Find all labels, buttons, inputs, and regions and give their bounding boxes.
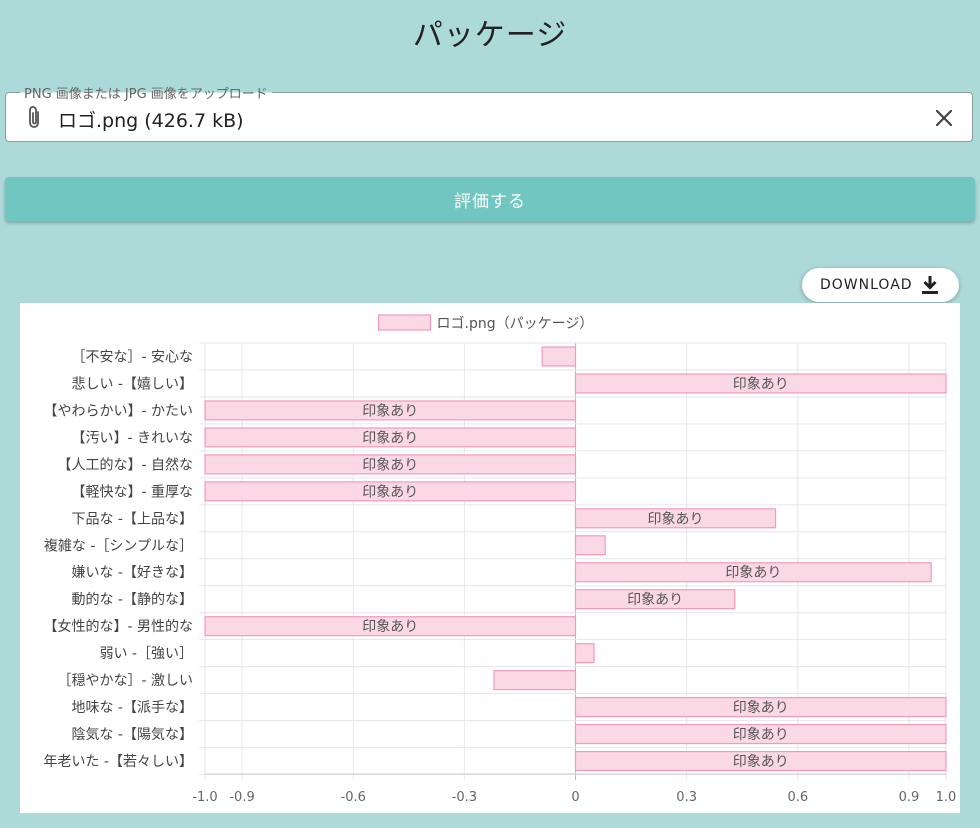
category-label: 下品な -【上品な】: [71, 511, 193, 527]
bar-data-label: 印象あり: [362, 619, 418, 635]
category-label: 地味な -【派手な】: [71, 700, 193, 716]
bar-data-label: 印象あり: [627, 592, 683, 608]
upload-field-label: PNG 画像または JPG 画像をアップロード: [20, 83, 272, 102]
bar-data-label: 印象あり: [362, 457, 418, 473]
category-label: 嫌いな -【好きな】: [71, 565, 193, 581]
category-label: ［穏やかな］- 激しい: [57, 672, 193, 689]
bar-data-label: 印象あり: [733, 727, 789, 743]
x-tick-label: 0.9: [899, 790, 920, 805]
bar-data-label: 印象あり: [362, 430, 418, 446]
category-label: 【やわらかい】- かたい: [43, 403, 193, 419]
x-tick-label: 1.0: [936, 790, 957, 805]
category-label: 悲しい -【嬉しい】: [71, 375, 193, 392]
category-label: 弱い -［強い］: [99, 646, 193, 662]
bar-data-label: 印象あり: [733, 376, 789, 392]
bar[interactable]: [574, 643, 595, 664]
legend-label: ロゴ.png（パッケージ）: [437, 315, 594, 332]
bar-data-label: 印象あり: [725, 565, 781, 581]
category-label: 年老いた -【若々しい】: [43, 754, 193, 770]
file-upload-field[interactable]: PNG 画像または JPG 画像をアップロード ロゴ.png (426.7 kB…: [5, 83, 973, 142]
bar-data-label: 印象あり: [733, 700, 789, 716]
bar[interactable]: [541, 346, 577, 367]
category-label: 複雑な -［シンプルな］: [44, 537, 193, 554]
bar-data-label: 印象あり: [362, 403, 418, 419]
paperclip-icon: [29, 106, 39, 128]
download-icon: [922, 276, 938, 294]
bar-data-label: 印象あり: [733, 754, 789, 770]
download-button-label: DOWNLOAD: [820, 277, 913, 293]
bar[interactable]: [493, 670, 577, 691]
close-icon[interactable]: [934, 108, 954, 128]
x-tick-label: -0.9: [229, 790, 254, 805]
download-button[interactable]: DOWNLOAD: [802, 268, 959, 302]
evaluate-button[interactable]: 評価する: [5, 177, 975, 221]
category-label: 【軽快な】- 重厚な: [71, 484, 193, 500]
category-label: ［不安な］- 安心な: [71, 349, 193, 365]
legend-swatch: [377, 314, 432, 331]
x-tick-label: 0: [571, 790, 579, 805]
category-label: 動的な -【静的な】: [71, 592, 193, 608]
x-tick-label: -0.3: [452, 790, 477, 805]
impression-bar-chart: -1.0 -0.9 -0.6 -0.3 0 0.3 0.6 0.9 1.0 ［不安な］- 安心な悲…: [43, 314, 957, 805]
selected-file-name: ロゴ.png (426.7 kB): [58, 110, 244, 132]
category-label: 【汚い】- きれいな: [71, 430, 193, 446]
bar-data-label: 印象あり: [648, 511, 704, 527]
category-label: 陰気な -【陽気な】: [71, 727, 193, 743]
category-label: 【人工的な】- 自然な: [57, 456, 193, 473]
x-tick-label: 0.6: [787, 790, 808, 805]
bar-data-label: 印象あり: [362, 484, 418, 500]
bar[interactable]: [574, 535, 606, 556]
x-tick-label: -1.0: [192, 790, 217, 805]
x-tick-label: -0.6: [341, 790, 366, 805]
chart-panel: -1.0 -0.9 -0.6 -0.3 0 0.3 0.6 0.9 1.0 ［不安な］- 安心な悲…: [20, 303, 960, 813]
x-tick-label: 0.3: [676, 790, 697, 805]
category-label: 【女性的な】- 男性的な: [43, 618, 193, 635]
page-title: パッケージ: [412, 18, 568, 53]
